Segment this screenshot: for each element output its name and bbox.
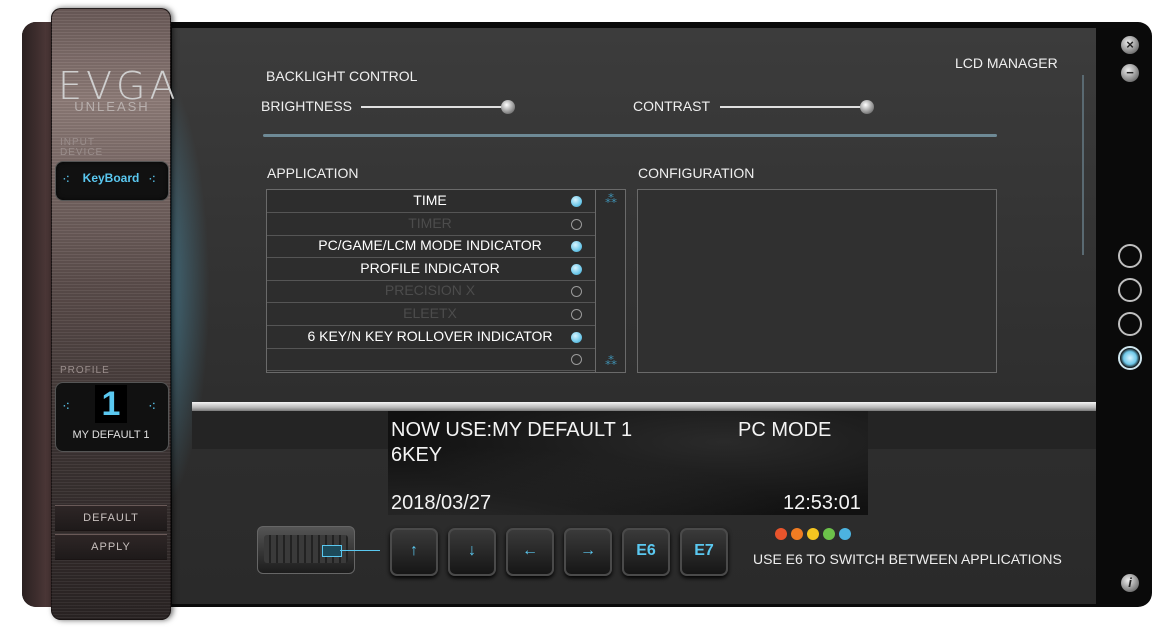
lcd-time: 12:53:01: [783, 492, 861, 514]
application-dot-icon: [791, 528, 803, 540]
application-dot-icon: [775, 528, 787, 540]
lcd-now-use: NOW USE:MY DEFAULT 1: [391, 419, 633, 441]
scroll-down-icon[interactable]: ⁂: [596, 354, 626, 368]
application-label: PRECISION X: [384, 282, 476, 299]
application-title: APPLICATION: [267, 165, 359, 181]
application-row[interactable]: [267, 348, 595, 372]
default-button[interactable]: DEFAULT: [55, 505, 167, 531]
application-label: TIMER: [408, 214, 452, 231]
key-e7-button[interactable]: E7: [680, 528, 728, 576]
side-tab-1[interactable]: [1118, 244, 1142, 268]
contrast-slider[interactable]: [720, 106, 868, 108]
application-row[interactable]: ELEETX: [267, 303, 595, 326]
radio-icon[interactable]: [571, 218, 582, 230]
application-label: TIME: [413, 192, 447, 208]
side-tab-lcd[interactable]: [1118, 346, 1142, 370]
radio-icon[interactable]: [571, 331, 582, 343]
info-icon[interactable]: i: [1121, 574, 1139, 592]
profile-next-icon[interactable]: ⁖: [148, 398, 156, 416]
brightness-label: BRIGHTNESS: [261, 98, 353, 114]
backlight-title: BACKLIGHT CONTROL: [266, 68, 418, 84]
application-row[interactable]: PROFILE INDICATOR: [267, 258, 595, 281]
side-tab-3[interactable]: [1118, 312, 1142, 336]
lcd-bezel-left: [192, 411, 390, 449]
application-list: ⁂ ⁂ TIME TIMER PC/GAME/LCM MODE INDICATOR P…: [266, 189, 626, 373]
profile-label: PROFILE: [60, 365, 110, 376]
application-scrollbar[interactable]: ⁂ ⁂: [595, 190, 626, 372]
radio-icon[interactable]: [571, 309, 582, 320]
unleash-tagline: UNLEASH: [74, 99, 150, 114]
application-row[interactable]: TIME: [267, 190, 595, 213]
application-label: ELEETX: [403, 305, 457, 321]
switch-hint: USE E6 TO SWITCH BETWEEN APPLICATIONS: [753, 551, 1062, 567]
lcd-pointer-line: [340, 550, 380, 551]
lcd-bezel: [192, 402, 1096, 411]
key-down-button[interactable]: ↓: [448, 528, 496, 576]
side-tab-2[interactable]: [1118, 278, 1142, 302]
contrast-label: CONTRAST: [633, 98, 710, 114]
apply-button[interactable]: APPLY: [55, 534, 167, 560]
lcd-bezel-right: [868, 411, 1096, 449]
application-row[interactable]: PC/GAME/LCM MODE INDICATOR: [267, 235, 595, 259]
application-dot-icon: [823, 528, 835, 540]
lcd-rollover: 6KEY: [391, 444, 443, 466]
configuration-title: CONFIGURATION: [638, 165, 755, 181]
key-left-button[interactable]: ←: [506, 528, 554, 576]
contrast-knob[interactable]: [860, 100, 874, 114]
minimize-icon[interactable]: −: [1121, 64, 1139, 82]
lcd-date: 2018/03/27: [391, 492, 492, 514]
key-e6-button[interactable]: E6: [622, 528, 670, 576]
application-label: PROFILE INDICATOR: [360, 259, 500, 276]
input-device-label: INPUT DEVICE: [60, 137, 104, 158]
brightness-knob[interactable]: [501, 100, 515, 114]
application-row[interactable]: TIMER: [267, 213, 595, 236]
configuration-panel: [637, 189, 997, 373]
brightness-slider[interactable]: [361, 106, 509, 108]
application-row[interactable]: 6 KEY/N KEY ROLLOVER INDICATOR: [267, 326, 595, 349]
lcd-highlight-icon: [322, 545, 342, 557]
lcd-mode: PC MODE: [738, 419, 832, 441]
section-divider: [263, 134, 997, 137]
profile-name: MY DEFAULT 1: [72, 429, 150, 441]
radio-icon[interactable]: [571, 196, 582, 207]
panel-scrollbar[interactable]: [1082, 75, 1084, 255]
profile-number: 1: [95, 385, 127, 423]
application-dot-icon: [807, 528, 819, 540]
scroll-up-icon[interactable]: ⁂: [596, 192, 626, 206]
key-right-button[interactable]: →: [564, 528, 612, 576]
application-label: 6 KEY/N KEY ROLLOVER INDICATOR: [307, 327, 553, 344]
radio-icon[interactable]: [571, 354, 582, 366]
application-label: PC/GAME/LCM MODE INDICATOR: [318, 237, 542, 254]
profile-prev-icon[interactable]: ⁖: [62, 398, 70, 416]
lcd-manager-title: LCD MANAGER: [955, 55, 1058, 71]
close-icon[interactable]: ×: [1121, 36, 1139, 54]
application-row[interactable]: PRECISION X: [267, 280, 595, 304]
radio-icon[interactable]: [571, 263, 582, 275]
key-up-button[interactable]: ↑: [390, 528, 438, 576]
application-dot-icon: [839, 528, 851, 540]
device-next-icon[interactable]: ⁖: [148, 171, 156, 189]
